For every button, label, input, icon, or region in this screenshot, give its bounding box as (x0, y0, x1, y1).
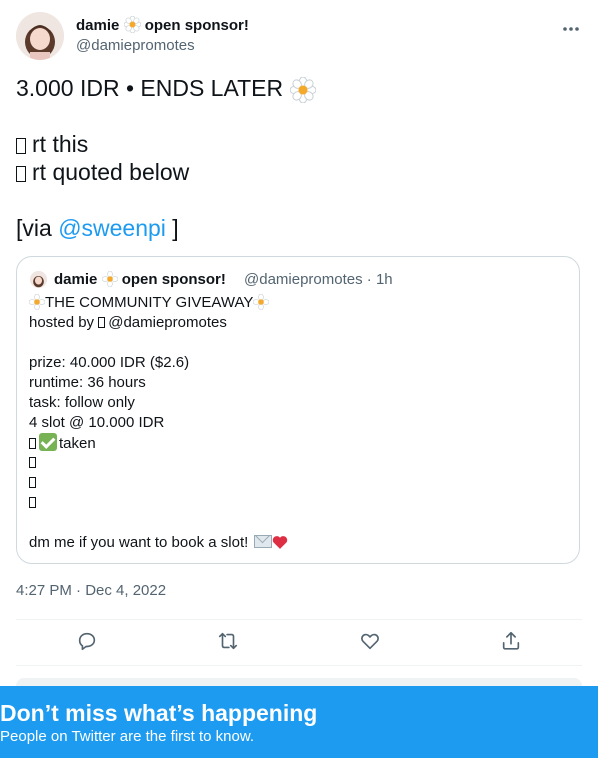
daisy-icon (123, 15, 141, 37)
author-handle[interactable]: @damiepromotes (76, 37, 195, 54)
slot-3 (29, 473, 559, 493)
missing-glyph-icon (16, 166, 26, 182)
tweet-line-2: rt this (16, 130, 582, 158)
quoted-tweet[interactable]: damie open sponsor! @damiepromotes · 1h (16, 256, 580, 564)
via-prefix: [via (16, 215, 59, 241)
tweet-line-3-text: rt quoted below (32, 159, 190, 185)
slot-4 (29, 493, 559, 513)
tweet-line-3: rt quoted below (16, 158, 582, 186)
missing-glyph-icon (98, 317, 106, 328)
missing-glyph-icon (29, 497, 36, 508)
tweet-header: damie open sponsor! @damiepromotes (16, 12, 582, 60)
tweet-line-1: 3.000 IDR • ENDS LATER (16, 74, 582, 105)
quoted-prize: prize: 40.000 IDR ($2.6) (29, 354, 190, 371)
retweet-icon[interactable] (217, 630, 239, 652)
reply-icon[interactable] (76, 630, 98, 652)
quoted-author-name-text: damie (54, 271, 98, 288)
share-icon[interactable] (500, 630, 522, 652)
tweet-actions (16, 620, 582, 664)
quoted-author-suffix: open sponsor! (121, 271, 226, 288)
envelope-icon (254, 535, 273, 548)
hosted-prefix: hosted by (29, 314, 95, 331)
hosted-handle: @damiepromotes (108, 314, 227, 331)
tweet-line-2-text: rt this (32, 131, 89, 157)
check-mark-icon (39, 433, 57, 451)
banner-title: Don’t miss what’s happening (0, 700, 318, 726)
quoted-hosted-line: hosted by @damiepromotes (29, 313, 559, 333)
divider (16, 665, 582, 666)
quoted-task: task: follow only (29, 394, 135, 411)
missing-glyph-icon (29, 457, 36, 468)
quoted-dm: dm me if you want to book a slot! (29, 534, 249, 551)
missing-glyph-icon (29, 477, 36, 488)
quoted-title: THE COMMUNITY GIVEAWAY (45, 294, 254, 311)
quoted-dm-line: dm me if you want to book a slot! (29, 533, 559, 553)
tweet-line-1-text: 3.000 IDR • ENDS LATER (16, 75, 284, 101)
quoted-title-line: THE COMMUNITY GIVEAWAY (28, 293, 559, 316)
slot-1-status: taken (59, 435, 96, 452)
more-icon[interactable] (560, 18, 582, 40)
quoted-runtime: runtime: 36 hours (29, 374, 146, 391)
tweet-line-4: [via @sweenpi ] (16, 214, 582, 242)
slot-1: taken (29, 433, 559, 453)
author-name-text: damie (76, 17, 120, 34)
heart-icon (272, 535, 288, 556)
quoted-text: THE COMMUNITY GIVEAWAY hosted by @damiep… (28, 293, 559, 553)
signup-banner[interactable]: Don’t miss what’s happening People on Tw… (0, 686, 598, 758)
mention-link[interactable]: @sweenpi (58, 215, 166, 241)
daisy-icon (101, 270, 118, 291)
quoted-avatar (30, 271, 47, 288)
slot-2 (29, 453, 559, 473)
via-suffix: ] (165, 215, 179, 241)
author-name[interactable]: damie open sponsor! (76, 15, 249, 37)
missing-glyph-icon (16, 138, 26, 154)
quoted-slots: 4 slot @ 10.000 IDR (29, 414, 165, 431)
quoted-author-name: damie open sponsor! (54, 270, 226, 291)
author-suffix: open sponsor! (144, 17, 249, 34)
banner-subtitle: People on Twitter are the first to know. (0, 728, 255, 745)
avatar[interactable] (16, 12, 64, 60)
reply-composer-peek (16, 678, 582, 686)
quoted-meta: @damiepromotes · 1h (244, 271, 393, 288)
daisy-icon (288, 76, 317, 105)
missing-glyph-icon (29, 438, 36, 449)
daisy-icon (253, 293, 270, 316)
tweet-timestamp[interactable]: 4:27 PM · Dec 4, 2022 (16, 582, 166, 599)
like-icon[interactable] (359, 630, 381, 652)
tweet-text: 3.000 IDR • ENDS LATER rt this rt quoted… (16, 74, 582, 242)
